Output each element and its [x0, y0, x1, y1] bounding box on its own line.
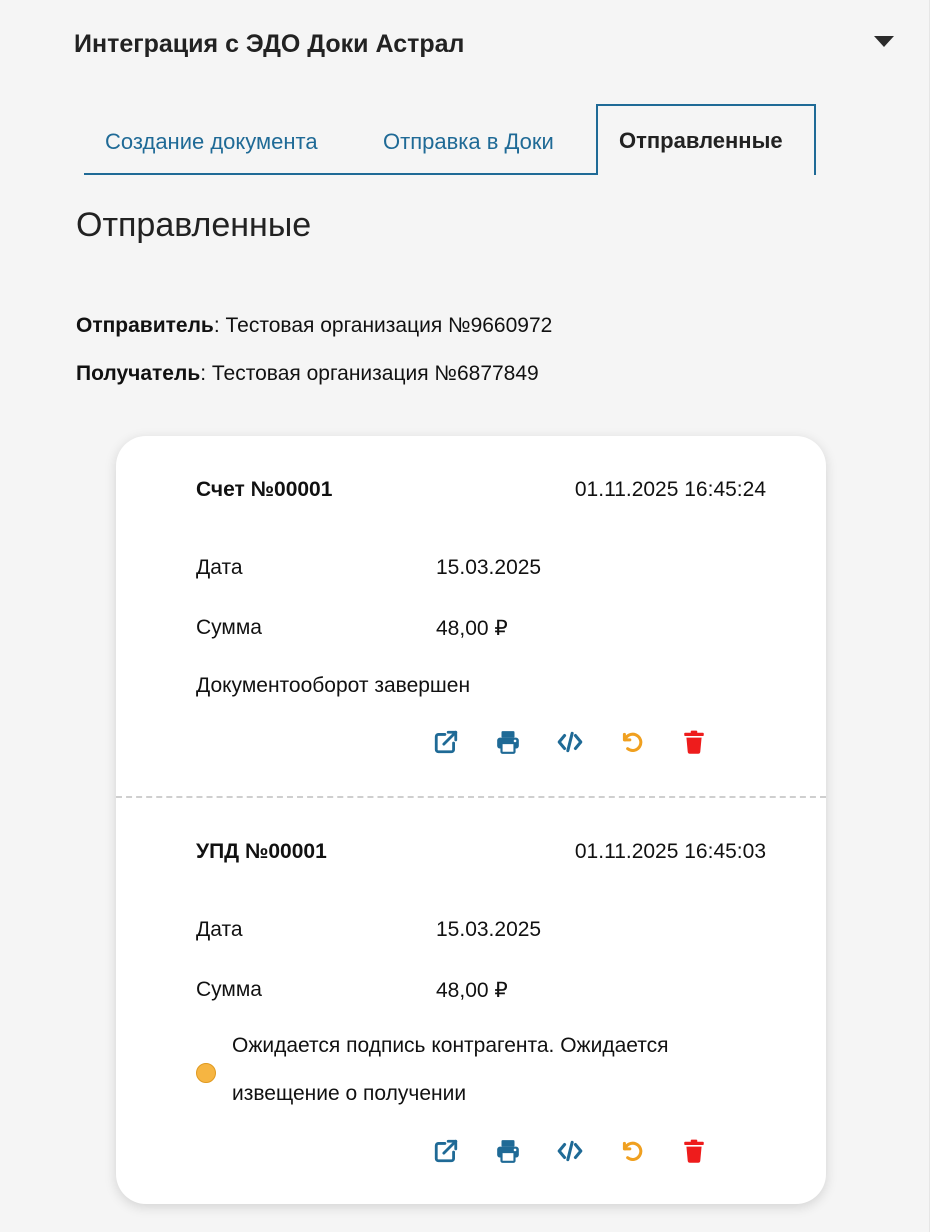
document-actions — [432, 1137, 708, 1165]
date-label: Дата — [196, 918, 243, 941]
tab-bar: Создание документа Отправка в Доки Отпра… — [84, 104, 816, 175]
print-button[interactable] — [494, 1137, 522, 1165]
tab-create-document[interactable]: Создание документа — [84, 107, 362, 175]
document-timestamp: 01.11.2025 16:45:24 — [574, 478, 766, 501]
date-value: 15.03.2025 — [436, 918, 542, 941]
trash-icon — [684, 730, 704, 754]
document-status: Документооборот завершен — [196, 674, 471, 697]
document-timestamp: 01.11.2025 16:45:03 — [574, 840, 766, 863]
sender-line: Отправитель: Тестовая организация №96609… — [76, 314, 552, 338]
open-external-button[interactable] — [432, 1137, 460, 1165]
recipient-value: : Тестовая организация №6877849 — [200, 362, 539, 385]
code-icon — [557, 1140, 583, 1162]
date-label: Дата — [196, 556, 243, 579]
open-external-button[interactable] — [432, 728, 460, 756]
undo-icon — [622, 732, 643, 752]
section-title: Отправленные — [76, 206, 312, 244]
integration-panel: Интеграция с ЭДО Доки Астрал Создание до… — [0, 0, 930, 1232]
recipient-label: Получатель — [76, 362, 201, 385]
document-item: УПД №00001 01.11.2025 16:45:03 Дата 15.0… — [116, 798, 826, 1204]
sender-label: Отправитель — [76, 314, 214, 337]
print-button[interactable] — [494, 728, 522, 756]
external-link-icon — [434, 1139, 458, 1163]
sum-label: Сумма — [196, 978, 262, 1001]
delete-button[interactable] — [680, 728, 708, 756]
status-dot-icon — [196, 1063, 216, 1083]
document-item: Счет №00001 01.11.2025 16:45:24 Дата 15.… — [116, 436, 826, 798]
undo-icon — [622, 1141, 643, 1161]
refresh-button[interactable] — [618, 1137, 646, 1165]
view-xml-button[interactable] — [556, 1137, 584, 1165]
delete-button[interactable] — [680, 1137, 708, 1165]
trash-icon — [684, 1139, 704, 1163]
panel-title: Интеграция с ЭДО Доки Астрал — [74, 30, 465, 58]
caret-down-icon[interactable] — [874, 36, 894, 47]
tab-sent[interactable]: Отправленные — [596, 104, 816, 175]
documents-card: Счет №00001 01.11.2025 16:45:24 Дата 15.… — [116, 436, 826, 1204]
sum-label: Сумма — [196, 616, 262, 639]
document-status: Ожидается подпись контрагента. Ожидается… — [232, 1034, 669, 1105]
external-link-icon — [434, 730, 458, 754]
document-actions — [432, 728, 708, 756]
refresh-button[interactable] — [618, 728, 646, 756]
document-title: Счет №00001 — [196, 478, 333, 501]
recipient-line: Получатель: Тестовая организация №687784… — [76, 362, 539, 386]
code-icon — [557, 731, 583, 753]
document-title: УПД №00001 — [196, 840, 327, 863]
tab-send-to-doki[interactable]: Отправка в Доки — [362, 107, 596, 175]
print-icon — [497, 1140, 519, 1163]
view-xml-button[interactable] — [556, 728, 584, 756]
sender-value: : Тестовая организация №9660972 — [213, 314, 553, 337]
print-icon — [497, 731, 519, 754]
date-value: 15.03.2025 — [436, 556, 542, 579]
sum-value: 48,00 ₽ — [436, 617, 508, 640]
sum-value: 48,00 ₽ — [436, 979, 508, 1002]
